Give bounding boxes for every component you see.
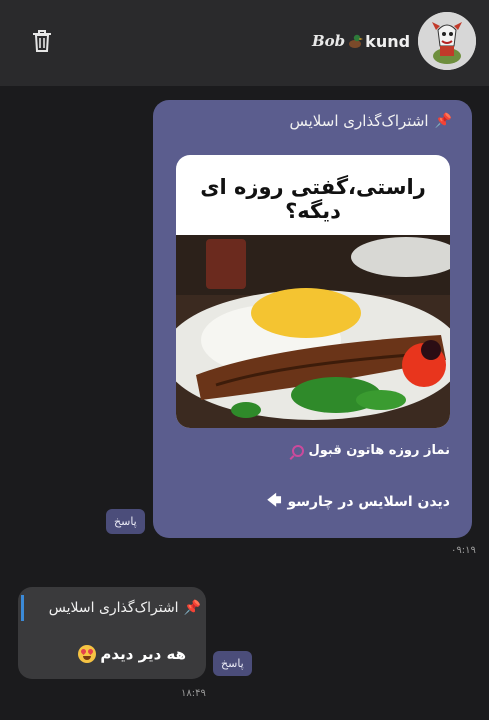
chat-header: Bob kund — [0, 0, 489, 86]
duck-icon — [349, 34, 364, 48]
pin-icon: 📌 — [434, 113, 452, 129]
view-slice-link[interactable]: دیدن اسلایس در چارسو 🡄 — [267, 490, 450, 514]
heart-eyes-emoji-icon — [78, 645, 97, 663]
reply-message-bubble[interactable]: 📌 اشتراک‌گذاری اسلایس هه دیر دیدم — [18, 587, 206, 679]
slice-share-label: اشتراک‌گذاری اسلایس — [289, 112, 429, 130]
message-time: ۱۸:۴۹ — [181, 688, 206, 699]
promo-text: راستی،گفتی روزه ای دیگه؟ — [200, 175, 426, 223]
avatar[interactable] — [418, 12, 476, 70]
pin-icon: 📌 — [183, 600, 201, 616]
slice-share-title: 📌 اشتراک‌گذاری اسلایس — [290, 112, 453, 130]
caption-text: نماز روزه هاتون قبول — [308, 443, 450, 458]
kebab-food-image — [176, 235, 450, 428]
slice-message-bubble[interactable]: 📌 اشتراک‌گذاری اسلایس راستی،گفتی روزه ای… — [153, 100, 472, 538]
brand-logo: Bob kund — [312, 28, 410, 54]
view-slice-label: دیدن اسلایس در چارسو — [287, 494, 450, 510]
search-icon — [292, 444, 305, 457]
reply-button[interactable]: پاسخ — [106, 509, 145, 534]
brand-part1: Bob — [312, 32, 346, 50]
cartoon-avatar-icon — [418, 12, 476, 70]
trash-icon[interactable] — [27, 26, 57, 56]
quoted-slice-label: اشتراک‌گذاری اسلایس — [48, 600, 179, 616]
slice-caption: نماز روزه هاتون قبول — [292, 443, 450, 458]
reply-button[interactable]: پاسخ — [213, 651, 252, 676]
quoted-slice[interactable]: 📌 اشتراک‌گذاری اسلایس — [21, 595, 201, 621]
message-text-label: هه دیر دیدم — [100, 645, 186, 663]
message-text: هه دیر دیدم — [78, 645, 186, 663]
arrow-left-icon: 🡄 — [266, 493, 282, 509]
brand-part2: kund — [365, 31, 411, 51]
slice-preview-image[interactable]: راستی،گفتی روزه ای دیگه؟ — [176, 155, 450, 428]
message-time: ۰۹:۱۹ — [451, 545, 476, 556]
